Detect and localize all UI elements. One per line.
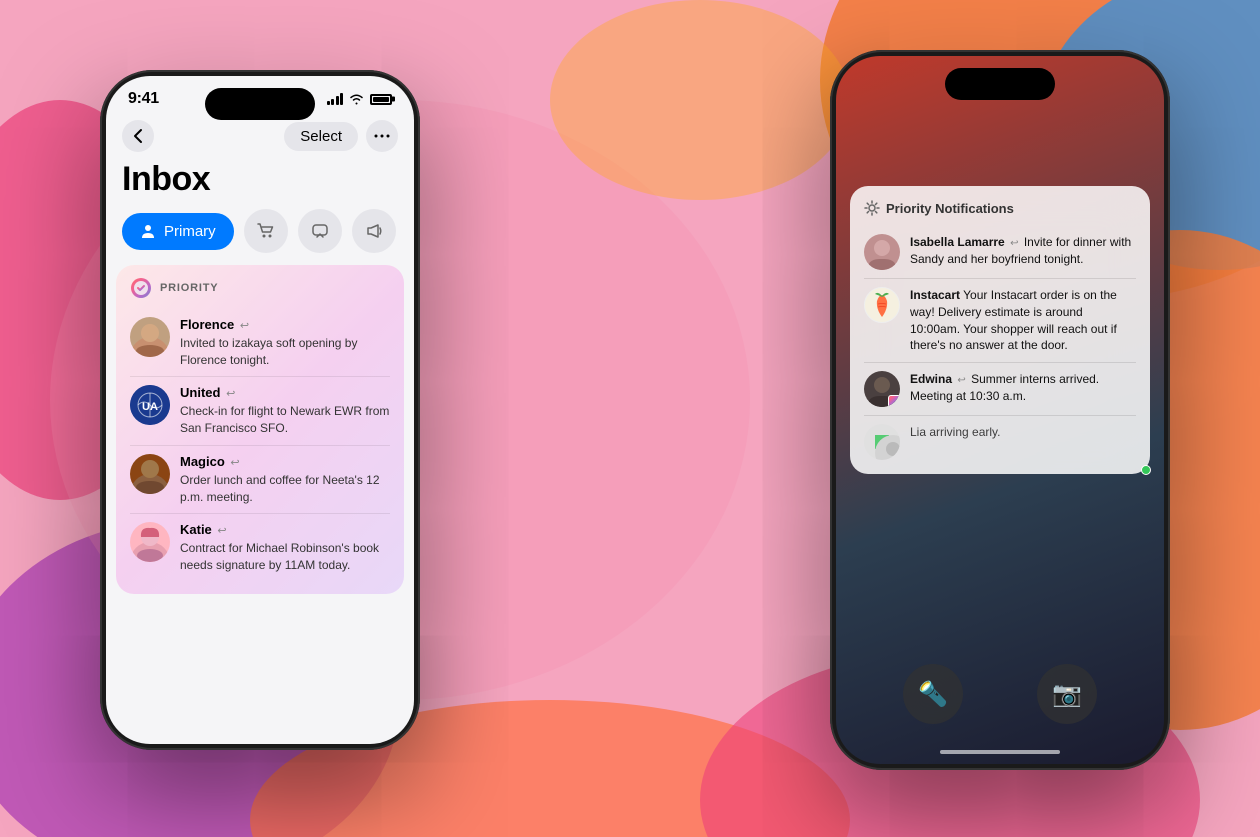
signal-bar-1 (327, 101, 330, 105)
status-icons (327, 93, 393, 105)
back-arrow-icon (133, 128, 143, 144)
notification-card: Priority Notifications Isabe (850, 186, 1150, 474)
united-logo-svg: UA (130, 385, 170, 425)
mail-sender-katie: Katie ↩ (180, 522, 390, 539)
cart-icon (256, 221, 276, 241)
notif-app-name: Priority Notifications (886, 201, 1014, 216)
mail-sender-united: United ↩ (180, 385, 390, 402)
mail-content-united: United ↩ Check-in for flight to Newark E… (180, 385, 390, 436)
notif-reply-icon-3: ↩ (957, 375, 965, 386)
mail-item-magico[interactable]: Magico ↩ Order lunch and coffee for Neet… (130, 446, 390, 514)
battery-fill (373, 97, 389, 102)
mail-preview-magico: Order lunch and coffee for Neeta's 12 p.… (180, 472, 390, 506)
notif-text-isabella: Isabella Lamarre ↩ Invite for dinner wit… (910, 234, 1136, 270)
home-indicator (940, 750, 1060, 754)
ellipsis-icon (374, 134, 390, 138)
avatar-florence (130, 317, 170, 357)
right-phone-screen: Priority Notifications Isabe (836, 56, 1164, 764)
lock-notification-area: Priority Notifications Isabe (850, 186, 1150, 484)
magico-avatar-svg (130, 454, 170, 494)
left-phone: 9:41 (100, 70, 420, 750)
carrot-icon (870, 291, 894, 319)
mail-preview-united: Check-in for flight to Newark EWR from S… (180, 403, 390, 437)
katie-avatar-svg (130, 522, 170, 562)
tab-promotions[interactable] (352, 209, 396, 253)
avatar-magico (130, 454, 170, 494)
mail-content-florence: Florence ↩ Invited to izakaya soft openi… (180, 317, 390, 368)
notif-card-header: Priority Notifications (864, 200, 1136, 216)
tab-primary-label: Primary (164, 223, 216, 240)
mail-reply-icon-4: ↩ (217, 525, 226, 537)
mail-sender-florence: Florence ↩ (180, 317, 390, 334)
notif-item-instacart[interactable]: Instacart Your Instacart order is on the… (864, 279, 1136, 363)
avatar-instacart (864, 287, 900, 323)
notif-text-instacart: Instacart Your Instacart order is on the… (910, 287, 1136, 354)
signal-bar-3 (336, 96, 339, 105)
lock-bottom-buttons: 🔦 📷 (836, 664, 1164, 724)
mail-item-katie[interactable]: Katie ↩ Contract for Michael Robinson's … (130, 514, 390, 581)
tab-shopping[interactable] (244, 209, 288, 253)
gear-icon (864, 200, 880, 216)
avatar-katie (130, 522, 170, 562)
avatar-edwina (864, 371, 900, 407)
tab-chat[interactable] (298, 209, 342, 253)
notif-sender-instacart: Instacart (910, 288, 960, 302)
lia-avatar-svg (875, 435, 900, 460)
signal-bars-icon (327, 93, 344, 105)
mail-reply-icon-2: ↩ (226, 388, 235, 400)
notif-reply-icon-1: ↩ (1010, 238, 1018, 249)
battery-icon (370, 94, 392, 105)
megaphone-icon (364, 221, 384, 241)
priority-label: PRIORITY (160, 282, 218, 294)
chat-icon (310, 221, 330, 241)
notif-text-edwina: Edwina ↩ Summer interns arrived. Meeting… (910, 371, 1136, 407)
camera-button[interactable]: 📷 (1037, 664, 1097, 724)
avatar-isabella (864, 234, 900, 270)
notif-preview-lia: Lia arriving early. (910, 425, 1000, 439)
mail-reply-icon-3: ↩ (230, 457, 239, 469)
mail-preview-katie: Contract for Michael Robinson's book nee… (180, 540, 390, 574)
dynamic-island-left (205, 88, 315, 120)
green-circle-icon (875, 435, 889, 449)
flashlight-button[interactable]: 🔦 (903, 664, 963, 724)
notif-item-edwina[interactable]: Edwina ↩ Summer interns arrived. Meeting… (864, 363, 1136, 416)
more-button[interactable] (366, 120, 398, 152)
select-button[interactable]: Select (284, 122, 358, 151)
florence-avatar-svg (130, 317, 170, 357)
isabella-avatar-svg (864, 234, 900, 270)
mail-sender-magico: Magico ↩ (180, 454, 390, 471)
wifi-icon (349, 93, 364, 105)
toolbar-right: Select (284, 120, 398, 152)
back-button[interactable] (122, 120, 154, 152)
priority-rainbow-icon (130, 277, 152, 299)
tab-primary[interactable]: Primary (122, 213, 234, 250)
priority-header: PRIORITY (130, 277, 390, 299)
mail-item-united[interactable]: UA United ↩ Check-in for flight to Newar… (130, 377, 390, 445)
notif-item-isabella[interactable]: Isabella Lamarre ↩ Invite for dinner wit… (864, 226, 1136, 279)
mail-content-magico: Magico ↩ Order lunch and coffee for Neet… (180, 454, 390, 505)
dynamic-island-right (945, 68, 1055, 100)
priority-section: PRIORITY Florence ↩ Invited to iza (116, 265, 404, 594)
mail-content-katie: Katie ↩ Contract for Michael Robinson's … (180, 522, 390, 573)
signal-bar-2 (331, 99, 334, 105)
notif-text-lia: Lia arriving early. (910, 424, 1136, 460)
category-tabs: Primary (106, 209, 414, 265)
avatar-united: UA (130, 385, 170, 425)
inbox-title: Inbox (106, 156, 414, 209)
photos-badge (888, 395, 900, 407)
avatar-lia (864, 424, 900, 460)
mail-reply-icon: ↩ (240, 320, 249, 332)
status-time: 9:41 (128, 90, 159, 108)
notif-sender-edwina: Edwina (910, 372, 952, 386)
signal-bar-4 (340, 93, 343, 105)
notif-sender-isabella: Isabella Lamarre (910, 235, 1005, 249)
flashlight-icon: 🔦 (918, 680, 948, 709)
camera-icon: 📷 (1052, 680, 1082, 709)
right-phone: Priority Notifications Isabe (830, 50, 1170, 770)
left-phone-screen: 9:41 (106, 76, 414, 744)
notif-item-lia[interactable]: Lia arriving early. (864, 416, 1136, 460)
mail-preview-florence: Invited to izakaya soft opening by Flore… (180, 335, 390, 369)
mail-item-florence[interactable]: Florence ↩ Invited to izakaya soft openi… (130, 309, 390, 377)
person-icon (140, 223, 156, 239)
